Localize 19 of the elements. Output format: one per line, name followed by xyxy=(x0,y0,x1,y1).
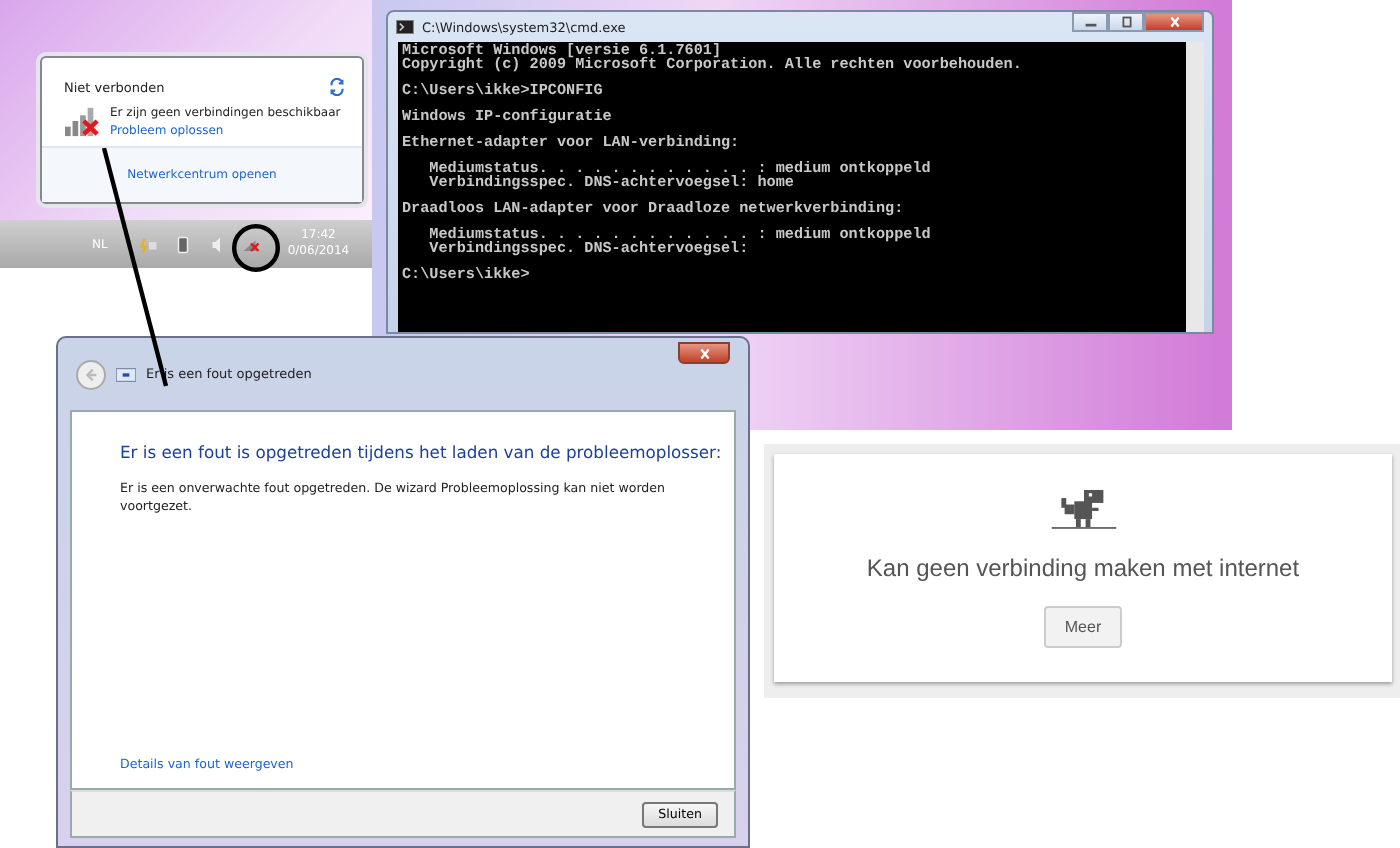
dinosaur-icon xyxy=(1047,490,1119,532)
close-button[interactable] xyxy=(678,342,730,364)
back-arrow-icon xyxy=(82,365,100,383)
minimize-button[interactable] xyxy=(1072,12,1108,32)
maximize-button[interactable] xyxy=(1108,12,1144,32)
connection-error-message: Kan geen verbinding maken met internet xyxy=(866,554,1300,582)
no-signal-icon[interactable] xyxy=(241,235,260,253)
troubleshooter-icon xyxy=(116,367,136,381)
maximize-icon xyxy=(1117,16,1135,28)
highlight-circle xyxy=(232,224,280,272)
no-signal-icon xyxy=(62,104,102,138)
console-icon xyxy=(396,20,414,34)
close-button[interactable] xyxy=(1144,12,1204,32)
scrollbar[interactable] xyxy=(1186,42,1204,332)
close-icon xyxy=(1165,16,1183,28)
close-icon xyxy=(695,347,713,359)
battery-icon[interactable] xyxy=(173,235,192,253)
refresh-icon[interactable] xyxy=(328,78,346,96)
more-button[interactable]: Meer xyxy=(1044,606,1122,648)
